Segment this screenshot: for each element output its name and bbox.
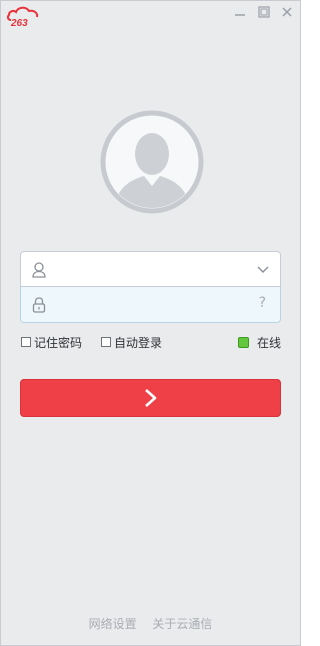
password-help-icon[interactable]: ?: [259, 295, 266, 311]
minimize-icon[interactable]: [233, 5, 247, 19]
auto-login-option[interactable]: 自动登录: [101, 334, 162, 350]
user-icon: [32, 262, 46, 278]
arrow-right-icon: [145, 389, 157, 407]
remember-password-option[interactable]: 记住密码: [21, 334, 82, 350]
about-link[interactable]: 关于云通信: [152, 617, 212, 631]
login-button[interactable]: [20, 379, 281, 417]
brand-logo: 263: [6, 6, 39, 28]
online-status-icon: [238, 336, 249, 348]
online-status-label: 在线: [257, 335, 282, 350]
auto-login-label: 自动登录: [114, 335, 163, 350]
network-settings-link[interactable]: 网络设置: [89, 617, 137, 631]
online-status-selector[interactable]: 在线: [238, 334, 281, 350]
lock-icon: [32, 297, 46, 313]
user-avatar-icon[interactable]: [100, 110, 204, 214]
maximize-icon[interactable]: [257, 5, 271, 19]
chevron-down-icon[interactable]: [256, 263, 270, 277]
username-field[interactable]: [20, 251, 281, 287]
remember-password-checkbox[interactable]: [21, 337, 31, 347]
auto-login-checkbox[interactable]: [101, 337, 111, 347]
password-input[interactable]: [57, 293, 244, 317]
footer-links: 网络设置 关于云通信: [1, 615, 300, 632]
remember-password-label: 记住密码: [34, 335, 83, 350]
password-field[interactable]: ?: [20, 287, 281, 323]
close-icon[interactable]: [280, 5, 294, 19]
login-window: 263 ? 记住密码 自动登录 在线 网络设置 关于云通信: [0, 0, 301, 646]
username-input[interactable]: [57, 258, 244, 282]
svg-text:263: 263: [10, 18, 28, 28]
